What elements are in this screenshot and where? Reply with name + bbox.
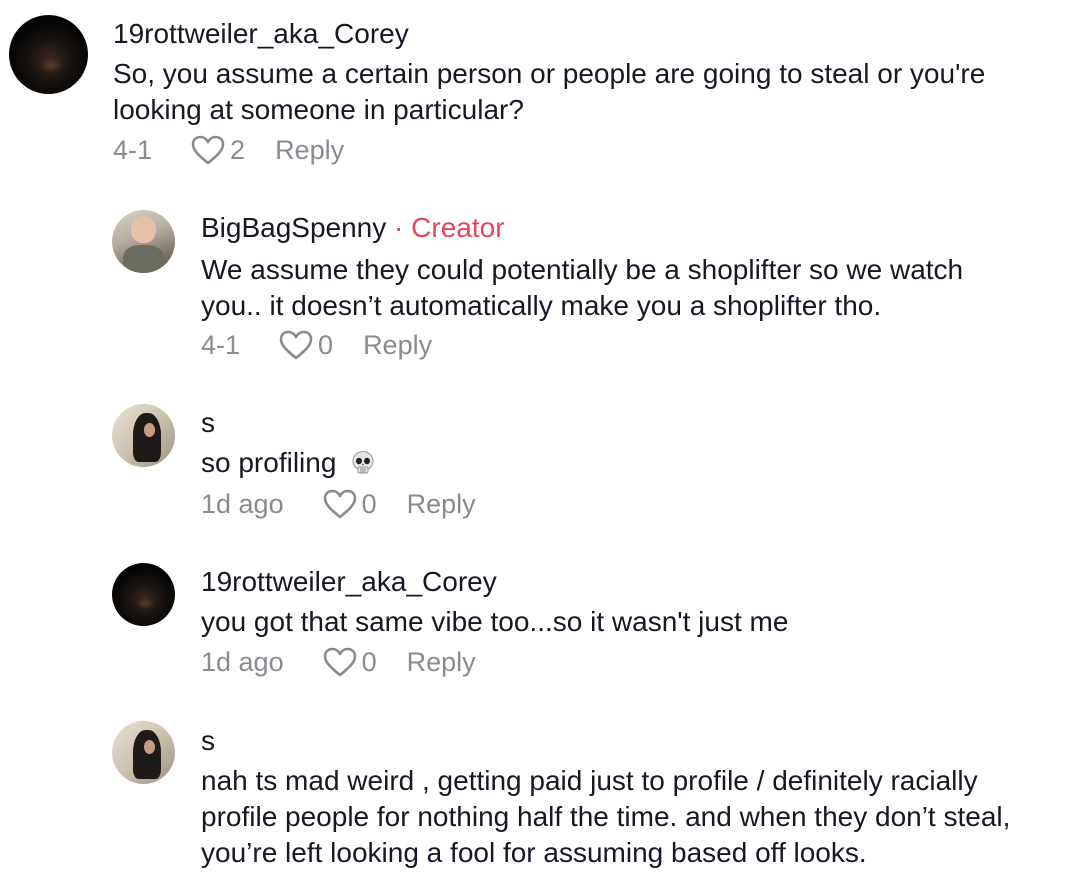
comment-date: 4-1 bbox=[201, 329, 241, 360]
username[interactable]: s bbox=[201, 725, 215, 757]
comment-date: 4-1 bbox=[113, 134, 153, 165]
comment-text-row: so profiling bbox=[201, 445, 1031, 481]
username[interactable]: 19rottweiler_aka_Corey bbox=[201, 566, 497, 598]
comment-text: you got that same vibe too...so it wasn'… bbox=[201, 606, 789, 637]
username-row: BigBagSpenny · Creator bbox=[201, 212, 505, 244]
user-avatar[interactable] bbox=[112, 404, 175, 467]
like-count: 0 bbox=[318, 329, 334, 360]
skull-emoji-icon bbox=[352, 450, 374, 474]
comment-text: So, you assume a certain person or peopl… bbox=[113, 58, 986, 125]
like-button[interactable]: 2 bbox=[190, 134, 245, 166]
comment-date: 1d ago bbox=[201, 488, 284, 519]
comment-text: nah ts mad weird , getting paid just to … bbox=[201, 765, 1011, 868]
like-button[interactable]: 0 bbox=[322, 646, 377, 678]
reply-button[interactable]: Reply bbox=[407, 489, 476, 520]
like-button[interactable]: 0 bbox=[322, 488, 377, 520]
username[interactable]: s bbox=[201, 407, 215, 439]
badge-separator: · bbox=[394, 212, 404, 243]
reply-button[interactable]: Reply bbox=[363, 330, 432, 361]
comment-meta: 1d ago 0 Reply bbox=[201, 488, 476, 520]
creator-badge: Creator bbox=[411, 212, 505, 243]
user-avatar[interactable] bbox=[9, 15, 88, 94]
user-avatar[interactable] bbox=[112, 721, 175, 784]
user-avatar[interactable] bbox=[112, 563, 175, 626]
username[interactable]: 19rottweiler_aka_Corey bbox=[113, 18, 409, 50]
comment-text: so profiling bbox=[201, 447, 337, 478]
user-avatar[interactable] bbox=[112, 210, 175, 273]
like-count: 0 bbox=[361, 488, 377, 519]
username[interactable]: BigBagSpenny bbox=[201, 212, 386, 243]
like-count: 0 bbox=[361, 646, 377, 677]
comment-meta: 1d ago 0 Reply bbox=[201, 646, 476, 678]
comment-meta: 4-1 0 Reply bbox=[201, 329, 432, 361]
like-button[interactable]: 0 bbox=[278, 329, 333, 361]
reply-button[interactable]: Reply bbox=[407, 647, 476, 678]
comment-text: We assume they could potentially be a sh… bbox=[201, 254, 964, 321]
heart-icon bbox=[279, 330, 313, 360]
heart-icon bbox=[323, 489, 356, 519]
reply-button[interactable]: Reply bbox=[275, 135, 344, 166]
comment-meta: 4-1 2 Reply bbox=[113, 134, 344, 166]
like-count: 2 bbox=[230, 134, 246, 165]
comment-date: 1d ago bbox=[201, 646, 284, 677]
heart-icon bbox=[323, 647, 356, 677]
heart-icon bbox=[191, 135, 225, 165]
